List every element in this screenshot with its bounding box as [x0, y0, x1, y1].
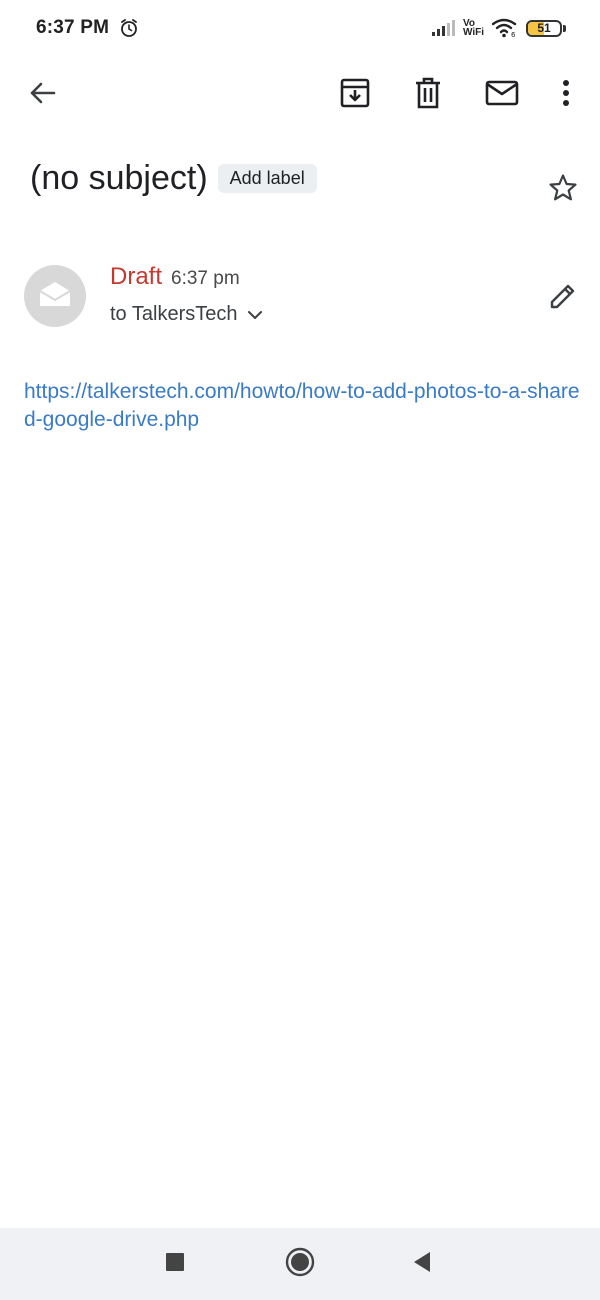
archive-icon — [340, 78, 370, 108]
back-arrow-icon — [28, 79, 56, 107]
draft-envelope-icon — [38, 280, 72, 313]
nav-back-button[interactable] — [398, 1240, 446, 1288]
battery-icon: 51 — [526, 19, 566, 37]
back-button[interactable] — [18, 69, 66, 117]
svg-text:6: 6 — [511, 31, 516, 38]
gmail-draft-screen: 6:37 PM Vo WiFi 6 51 (no subject) Add la… — [0, 0, 600, 1300]
pencil-icon — [548, 281, 578, 311]
delete-button[interactable] — [404, 69, 452, 117]
chevron-down-icon — [247, 310, 263, 320]
add-label-chip[interactable]: Add label — [217, 163, 317, 193]
subject-row: (no subject) Add label — [30, 152, 317, 204]
delete-icon — [414, 77, 442, 109]
status-indicators: Vo WiFi 6 51 — [431, 18, 566, 38]
app-bar — [0, 62, 600, 122]
recents-button[interactable] — [151, 1240, 199, 1288]
battery-body: 51 — [526, 19, 562, 37]
status-bar: 6:37 PM Vo WiFi 6 51 — [0, 0, 600, 56]
back-triangle-icon — [412, 1251, 432, 1278]
recipient-details-toggle[interactable]: to TalkersTech — [110, 303, 263, 326]
battery-tip — [563, 24, 566, 32]
sender-line: Draft 6:37 pm — [110, 263, 240, 291]
more-vert-icon — [562, 79, 570, 107]
recents-square-icon — [165, 1252, 185, 1277]
edit-draft-button[interactable] — [539, 272, 587, 320]
vowifi-indicator: Vo WiFi — [462, 19, 484, 38]
draft-label: Draft — [110, 263, 163, 290]
mark-unread-button[interactable] — [478, 69, 526, 117]
message-time: 6:37 pm — [171, 268, 240, 289]
mark-unread-icon — [485, 80, 519, 106]
sender-avatar — [24, 265, 86, 327]
home-button[interactable] — [276, 1240, 324, 1288]
wifi-icon: 6 — [492, 18, 518, 38]
vowifi-wifi: WiFi — [462, 27, 484, 38]
system-nav-bar — [0, 1228, 600, 1300]
home-circle-icon — [285, 1247, 315, 1282]
body-link[interactable]: https://talkerstech.com/howto/how-to-add… — [24, 378, 584, 434]
archive-button[interactable] — [331, 69, 379, 117]
status-time: 6:37 PM — [36, 17, 110, 38]
recipient-text: to TalkersTech — [110, 303, 238, 325]
alarm-icon — [119, 18, 139, 38]
more-options-button[interactable] — [542, 69, 590, 117]
star-button[interactable] — [539, 164, 587, 212]
signal-icon — [431, 19, 455, 37]
battery-level: 51 — [537, 21, 551, 35]
email-subject: (no subject) — [30, 158, 208, 197]
star-icon — [548, 173, 578, 203]
